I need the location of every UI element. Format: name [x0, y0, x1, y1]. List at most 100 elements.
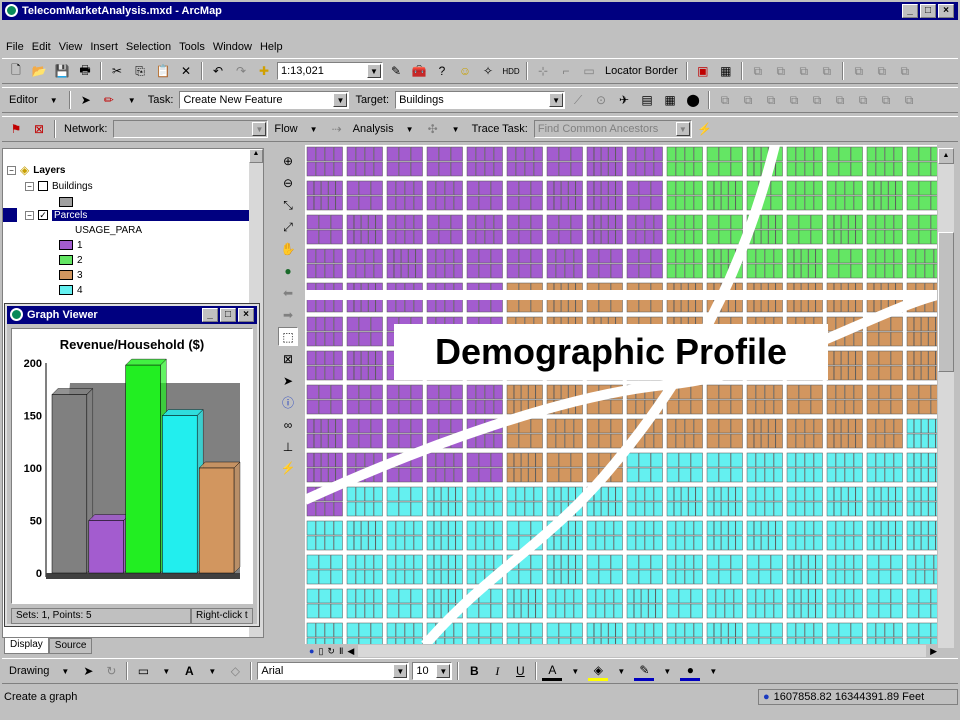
maximize-button[interactable]: □ [920, 4, 936, 18]
table-icon[interactable]: ▦ [716, 61, 736, 81]
fixed-zoom-in-icon[interactable]: ⤡ [278, 196, 298, 215]
magic-wand-icon[interactable]: ✧ [478, 61, 498, 81]
map-scrollbar[interactable]: ▲ [938, 148, 954, 648]
editor-menu[interactable]: Editor [6, 94, 41, 106]
layout-view-icon[interactable]: ▯ [318, 646, 323, 657]
select-elements-icon[interactable]: ⊠ [278, 349, 298, 368]
copy-icon[interactable]: ⎘ [130, 61, 150, 81]
paste-icon[interactable]: 📋 [153, 61, 173, 81]
chevron-down-icon[interactable]: ▼ [657, 661, 677, 681]
toc-layer-buildings[interactable]: − Buildings [25, 179, 93, 193]
find-binoculars-icon[interactable]: ∞ [278, 415, 298, 434]
expand-icon[interactable]: − [25, 181, 34, 191]
chevron-down-icon[interactable]: ▼ [400, 119, 420, 139]
pan-hand-icon[interactable]: ✋ [278, 240, 298, 259]
select-features-icon[interactable]: ⬚ [278, 327, 298, 347]
trace-icon[interactable]: ✣ [423, 119, 443, 139]
layout-tool-7-icon[interactable]: ⧉ [853, 90, 873, 110]
chevron-down-icon[interactable]: ▼ [202, 661, 222, 681]
toc-layer-parcels[interactable]: − ✓ Parcels [25, 208, 256, 222]
layout-tool-6-icon[interactable]: ⧉ [830, 90, 850, 110]
drawing-menu[interactable]: Drawing [6, 665, 52, 677]
rectangle-icon[interactable]: ▭ [133, 661, 153, 681]
map-view[interactable] [305, 145, 937, 645]
toc-buildings-symbol[interactable] [59, 195, 73, 209]
collapse-icon[interactable]: − [25, 210, 34, 220]
tab-display[interactable]: Display [4, 638, 49, 654]
attributes-icon[interactable]: ✈ [614, 90, 634, 110]
chevron-down-icon[interactable]: ▼ [703, 661, 723, 681]
font-size-combo[interactable]: 10 ▼ [412, 662, 453, 680]
trace-task-combo[interactable]: Find Common Ancestors ▼ [533, 120, 692, 138]
layout-tool-2-icon[interactable]: ⧉ [738, 90, 758, 110]
sketch-properties-icon[interactable]: ▤ [637, 90, 657, 110]
back-arrow-icon[interactable]: ⬅ [278, 284, 298, 303]
new-document-icon[interactable]: 🗋 [6, 61, 26, 81]
scroll-right-icon[interactable]: ▶ [930, 646, 937, 657]
split-tool-icon[interactable]: ⟋ [568, 90, 588, 110]
sketch-pencil-icon[interactable]: ✏ [99, 90, 119, 110]
menu-tools[interactable]: Tools [175, 41, 209, 53]
flow-menu[interactable]: Flow [271, 123, 300, 135]
nudge-icon[interactable]: ⧉ [849, 61, 869, 81]
target-combo[interactable]: Buildings ▼ [395, 91, 566, 109]
analysis-menu[interactable]: Analysis [350, 123, 397, 135]
maximize-button[interactable]: □ [220, 308, 236, 322]
line-color-icon[interactable]: ✎ [634, 661, 655, 681]
blob-icon[interactable]: ⬤ [683, 90, 703, 110]
layout-tool-9-icon[interactable]: ⧉ [899, 90, 919, 110]
add-data-icon[interactable]: ✚ [254, 61, 274, 81]
distribute-icon[interactable]: ⧉ [794, 61, 814, 81]
horizontal-scrollbar[interactable] [358, 645, 927, 657]
bold-button[interactable]: B [464, 661, 484, 681]
chevron-down-icon[interactable]: ▼ [252, 122, 267, 136]
toc-class-1[interactable]: 1 [59, 238, 83, 252]
new-text-icon[interactable]: A [179, 661, 199, 681]
toc-root[interactable]: − ◈ Layers [7, 163, 65, 177]
task-combo[interactable]: Create New Feature ▼ [179, 91, 350, 109]
save-icon[interactable]: 💾 [52, 61, 72, 81]
flow-arrow-icon[interactable]: ⇢ [327, 119, 347, 139]
delete-icon[interactable]: ✕ [176, 61, 196, 81]
scroll-thumb[interactable] [938, 232, 954, 372]
rotate-icon[interactable]: ↻ [101, 661, 121, 681]
chevron-down-icon[interactable]: ▼ [393, 664, 408, 678]
chevron-down-icon[interactable]: ▼ [156, 661, 176, 681]
chevron-down-icon[interactable]: ▼ [565, 661, 585, 681]
forward-arrow-icon[interactable]: ➡ [278, 305, 298, 324]
group-icon[interactable]: ⧉ [748, 61, 768, 81]
identify-icon[interactable]: ⓘ [278, 393, 298, 412]
layout-tool-5-icon[interactable]: ⧉ [807, 90, 827, 110]
zoom-in-icon[interactable]: ⊕ [278, 152, 298, 171]
minimize-button[interactable]: _ [202, 308, 218, 322]
chevron-down-icon[interactable]: ▼ [122, 90, 142, 110]
order-icon[interactable]: ⧉ [817, 61, 837, 81]
menu-view[interactable]: View [55, 41, 87, 53]
editor-toolbar-icon[interactable]: ✎ [386, 61, 406, 81]
rotate-tool-icon[interactable]: ⊙ [591, 90, 611, 110]
menu-selection[interactable]: Selection [122, 41, 175, 53]
menu-help[interactable]: Help [256, 41, 287, 53]
scroll-left-icon[interactable]: ◀ [347, 646, 354, 657]
barrier-icon[interactable]: ⊠ [29, 119, 49, 139]
toc-class-2[interactable]: 2 [59, 253, 83, 267]
scroll-up-icon[interactable]: ▲ [249, 149, 263, 163]
layout-tool-1-icon[interactable]: ⧉ [715, 90, 735, 110]
smiley-icon[interactable]: ☺ [455, 61, 475, 81]
chevron-down-icon[interactable]: ▼ [304, 119, 324, 139]
close-button[interactable]: × [238, 308, 254, 322]
frame-icon[interactable]: ▣ [693, 61, 713, 81]
flag-icon[interactable]: ⚑ [6, 119, 26, 139]
font-combo[interactable]: Arial ▼ [257, 662, 410, 680]
align-icon[interactable]: ⧉ [771, 61, 791, 81]
fill-color-icon[interactable]: ◈ [588, 661, 609, 681]
chevron-down-icon[interactable]: ▼ [44, 90, 64, 110]
redo-icon[interactable]: ↷ [231, 61, 251, 81]
edit-vertices-icon[interactable]: ◇ [225, 661, 245, 681]
chevron-down-icon[interactable]: ▼ [611, 661, 631, 681]
chevron-down-icon[interactable]: ▼ [55, 661, 75, 681]
zoom-out-icon[interactable]: ⊖ [278, 174, 298, 193]
hdd-icon[interactable]: HDD [501, 61, 521, 81]
layout-tool-3-icon[interactable]: ⧉ [761, 90, 781, 110]
solve-icon[interactable]: ⚡ [695, 119, 715, 139]
